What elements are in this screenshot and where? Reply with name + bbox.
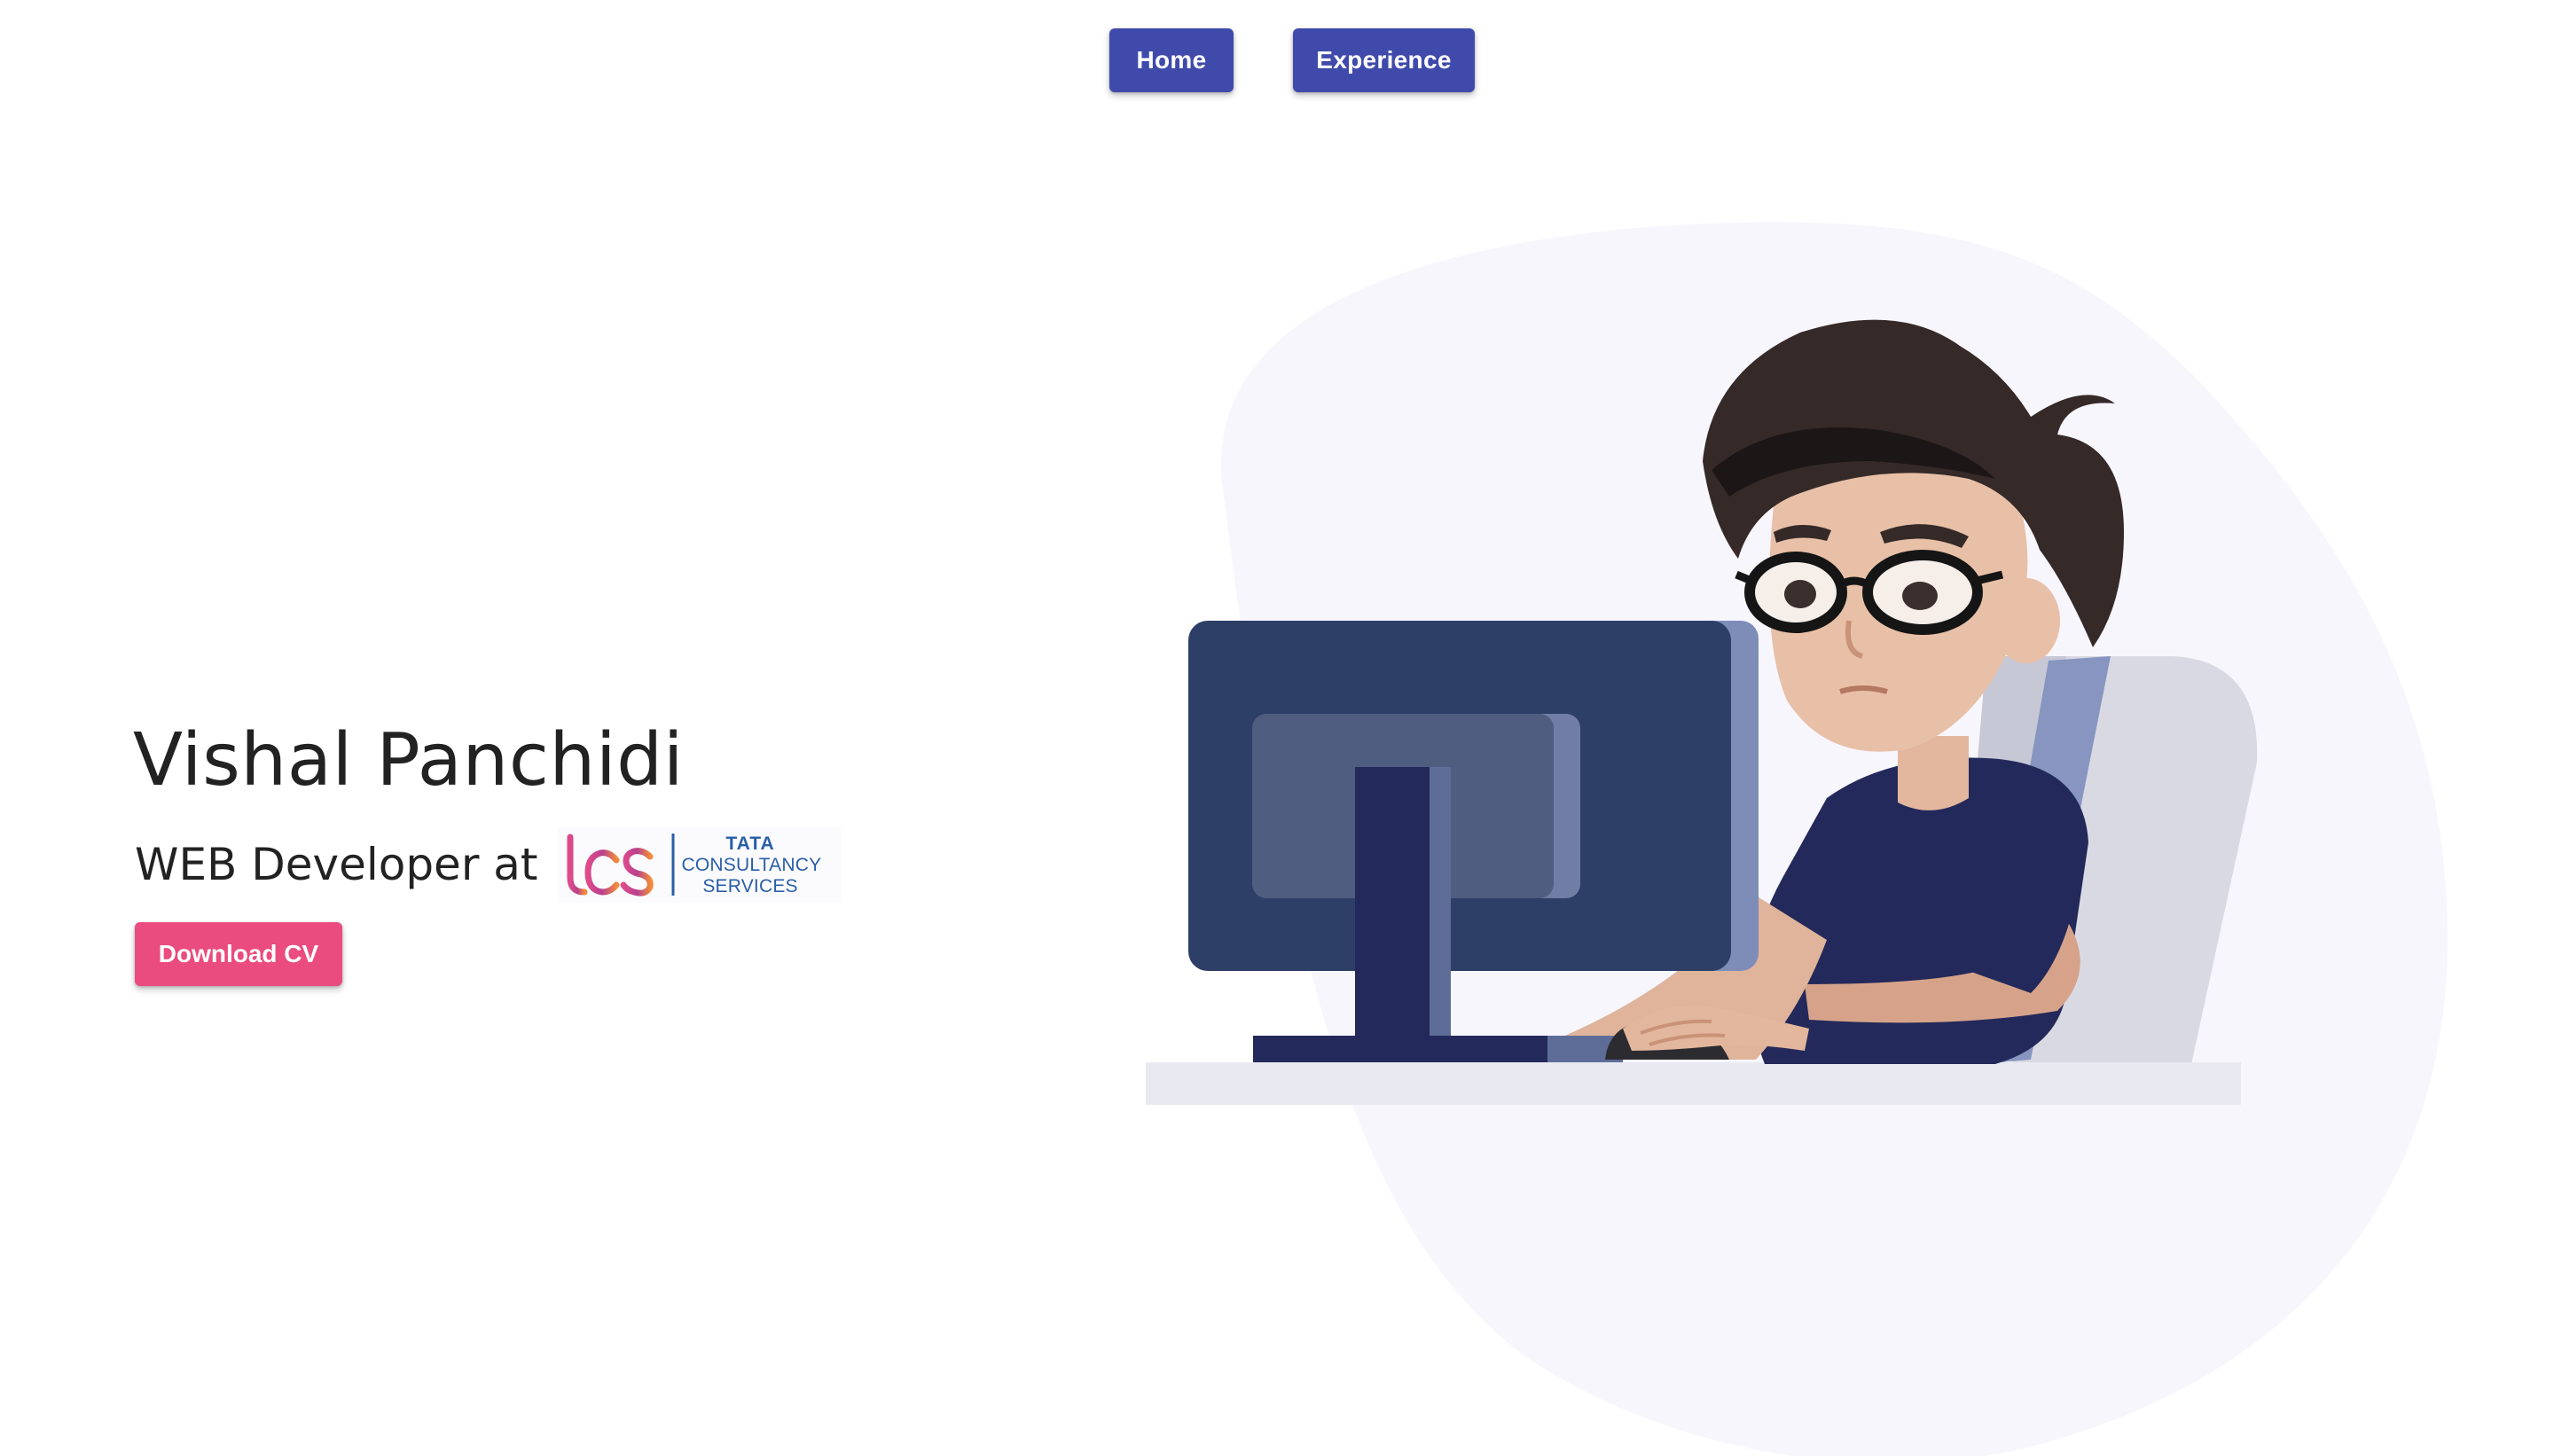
tcs-logo-line2: CONSULTANCY: [681, 855, 822, 875]
tcs-logo-subtitle: CONSULTANCY SERVICES: [681, 855, 822, 897]
ear: [1993, 578, 2060, 663]
hero-role-text: WEB Developer at: [135, 839, 538, 890]
eye-left: [1784, 580, 1816, 608]
download-cv-button[interactable]: Download CV: [135, 922, 342, 986]
tcs-logo-tata: TATA: [725, 834, 775, 854]
tcs-logo: TATA CONSULTANCY SERVICES: [557, 826, 842, 903]
tcs-logo-line3: SERVICES: [702, 876, 798, 896]
portfolio-page: Home Experience Vishal Panchidi WEB Deve…: [0, 0, 2554, 1456]
glasses-bridge: [1837, 576, 1872, 590]
hero-role-row: WEB Developer at TATA CONSULTANCY SERVIC…: [135, 826, 842, 903]
eye-right: [1902, 582, 1938, 610]
hero-name: Vishal Panchidi: [133, 718, 685, 802]
desk: [1146, 1062, 2241, 1105]
monitor-stand: [1355, 767, 1430, 1037]
monitor-base: [1253, 1036, 1559, 1062]
